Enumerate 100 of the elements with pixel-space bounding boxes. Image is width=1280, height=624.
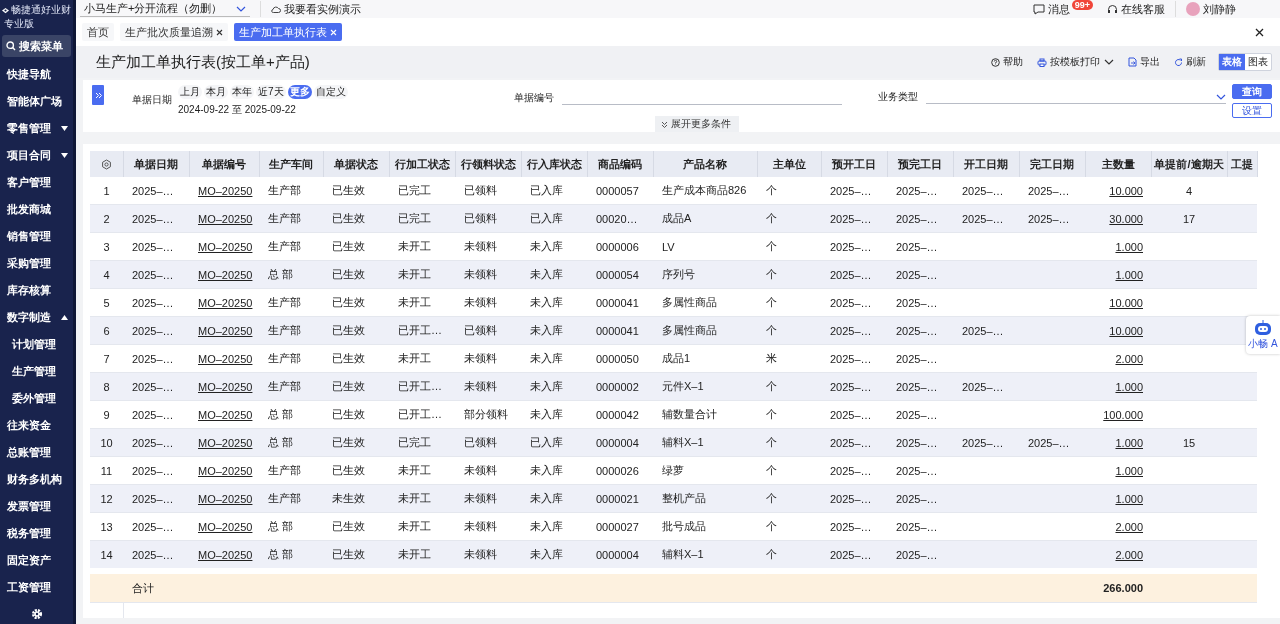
date-chip[interactable]: 本月	[204, 85, 228, 99]
sidebar-item[interactable]: 固定资产	[0, 547, 73, 574]
column-header[interactable]: 生产车间	[259, 151, 323, 177]
column-header[interactable]: 单据编号	[189, 151, 259, 177]
sidebar-item[interactable]: 销售管理	[0, 223, 73, 250]
quantity-link[interactable]: 1.000	[1115, 380, 1143, 393]
table-cell: 个	[766, 212, 777, 224]
column-header[interactable]: 完工日期	[1019, 151, 1085, 177]
sidebar-item[interactable]: 往来资金	[0, 412, 73, 439]
collapse-toggle-button[interactable]	[92, 85, 104, 105]
table-cell: 2025–…	[830, 380, 872, 393]
messages-button[interactable]: 消息	[1032, 1, 1070, 17]
document-number-link[interactable]: MO–20250	[198, 464, 253, 477]
table-cell: 未开工	[398, 464, 431, 476]
quantity-link[interactable]: 10.000	[1109, 184, 1143, 197]
field-label: 单据编号	[514, 90, 554, 105]
sidebar-item[interactable]: 快捷导航	[0, 61, 73, 88]
robot-icon[interactable]	[1253, 319, 1273, 336]
table-cell: 已开工…	[398, 380, 442, 392]
close-icon[interactable]	[1255, 27, 1264, 37]
quantity-link[interactable]: 2.000	[1115, 520, 1143, 533]
settings-button[interactable]: 设置	[1232, 103, 1272, 118]
date-chip[interactable]: 本年	[230, 85, 254, 99]
sidebar-item[interactable]: 批发商城	[0, 196, 73, 223]
column-header[interactable]: 开工日期	[953, 151, 1019, 177]
column-header[interactable]: 单据日期	[123, 151, 189, 177]
quantity-link[interactable]: 1.000	[1115, 268, 1143, 281]
sidebar-subitem[interactable]: 生产管理	[0, 358, 73, 385]
sidebar-item[interactable]: 库存核算	[0, 277, 73, 304]
query-button[interactable]: 查询	[1232, 84, 1272, 99]
column-header[interactable]: 预开工日	[821, 151, 887, 177]
view-toggle[interactable]: 表格	[1219, 54, 1245, 70]
date-chip[interactable]: 上月	[178, 85, 202, 99]
quantity-link[interactable]: 100.000	[1103, 408, 1143, 421]
quantity-link[interactable]: 1.000	[1115, 240, 1143, 253]
column-header[interactable]: 产品名称	[653, 151, 757, 177]
date-chip[interactable]: 自定义	[313, 85, 348, 99]
logo-text: 畅捷通好业财	[11, 3, 71, 17]
page-tab[interactable]: 首页	[82, 23, 114, 41]
support-button[interactable]: 在线客服	[1107, 1, 1165, 17]
expand-conditions-button[interactable]: 展开更多条件	[655, 116, 739, 132]
sidebar-item[interactable]: 数字制造	[0, 304, 73, 331]
document-number-link[interactable]: MO–20250	[198, 184, 253, 197]
document-number-link[interactable]: MO–20250	[198, 408, 253, 421]
column-header[interactable]: 单提前/逾期天	[1151, 151, 1227, 177]
table-cell: 个	[766, 324, 777, 336]
sidebar-item[interactable]: 采购管理	[0, 250, 73, 277]
table-cell: 0000027	[596, 520, 639, 533]
sidebar-item[interactable]: 零售管理	[0, 115, 73, 142]
quantity-link[interactable]: 10.000	[1109, 296, 1143, 309]
quantity-link[interactable]: 2.000	[1115, 352, 1143, 365]
quantity-link[interactable]: 1.000	[1115, 464, 1143, 477]
document-number-link[interactable]: MO–20250	[198, 240, 253, 253]
table-cell: 未领料	[464, 380, 497, 392]
close-icon[interactable]	[216, 28, 223, 36]
sidebar-item[interactable]: 税务管理	[0, 520, 73, 547]
column-header[interactable]: 工提	[1227, 151, 1257, 177]
column-header[interactable]: 主数量	[1085, 151, 1151, 177]
column-header[interactable]: 商品编码	[587, 151, 653, 177]
column-header[interactable]: 预完工日	[887, 151, 953, 177]
column-header[interactable]: 行入库状态	[521, 151, 587, 177]
quantity-link[interactable]: 1.000	[1115, 492, 1143, 505]
sidebar-item[interactable]: 总账管理	[0, 439, 73, 466]
toolbar-button[interactable]: 导出	[1128, 55, 1160, 69]
table-cell: 元件X–1	[662, 380, 704, 392]
document-number-link[interactable]: MO–20250	[198, 520, 253, 533]
toolbar-button[interactable]: 按模板打印	[1037, 55, 1100, 69]
table-cell: 未入库	[530, 380, 563, 392]
document-number-link[interactable]: MO–20250	[198, 296, 253, 309]
document-number-link[interactable]: MO–20250	[198, 352, 253, 365]
column-header[interactable]: 行领料状态	[455, 151, 521, 177]
dropdown-icon[interactable]	[1104, 59, 1114, 65]
chevron-down-icon	[1104, 59, 1114, 65]
demo-link[interactable]: 我要看实例演示	[271, 1, 361, 17]
sidebar-subitem[interactable]: 委外管理	[0, 385, 73, 412]
table-cell: 个	[766, 240, 777, 252]
table-cell: 2025–…	[896, 548, 938, 561]
page-tab[interactable]: 生产批次质量追溯	[120, 23, 228, 41]
view-toggle[interactable]: 图表	[1245, 54, 1271, 70]
page-tab[interactable]: 生产加工单执行表	[234, 23, 342, 41]
column-header[interactable]: 行加工状态	[389, 151, 455, 177]
sidebar-subitem[interactable]: 计划管理	[0, 331, 73, 358]
column-header[interactable]: 主单位	[757, 151, 821, 177]
column-header[interactable]: 单据状态	[323, 151, 389, 177]
date-chip[interactable]: 更多	[287, 85, 312, 99]
sidebar-item[interactable]: 工资管理	[0, 574, 73, 601]
search-menu-button[interactable]: 搜索菜单	[2, 35, 71, 57]
sidebar-item[interactable]: 项目合同	[0, 142, 73, 169]
sidebar-item[interactable]: 智能体广场	[0, 88, 73, 115]
sidebar-item[interactable]: 发票管理	[0, 493, 73, 520]
toolbar-button[interactable]: 刷新	[1174, 55, 1206, 69]
table-cell: 未开工	[398, 492, 431, 504]
date-chip[interactable]: 近7天	[256, 85, 286, 99]
sidebar-item[interactable]: 财务多机构	[0, 466, 73, 493]
quantity-link[interactable]: 2.000	[1115, 548, 1143, 561]
toolbar-button[interactable]: 帮助	[991, 55, 1023, 69]
sidebar-item[interactable]: 客户管理	[0, 169, 73, 196]
quantity-link[interactable]: 1.000	[1115, 436, 1143, 449]
account-select[interactable]: 小马生产+分开流程（勿删）	[80, 1, 250, 17]
user-menu[interactable]: 刘静静	[1186, 1, 1236, 17]
